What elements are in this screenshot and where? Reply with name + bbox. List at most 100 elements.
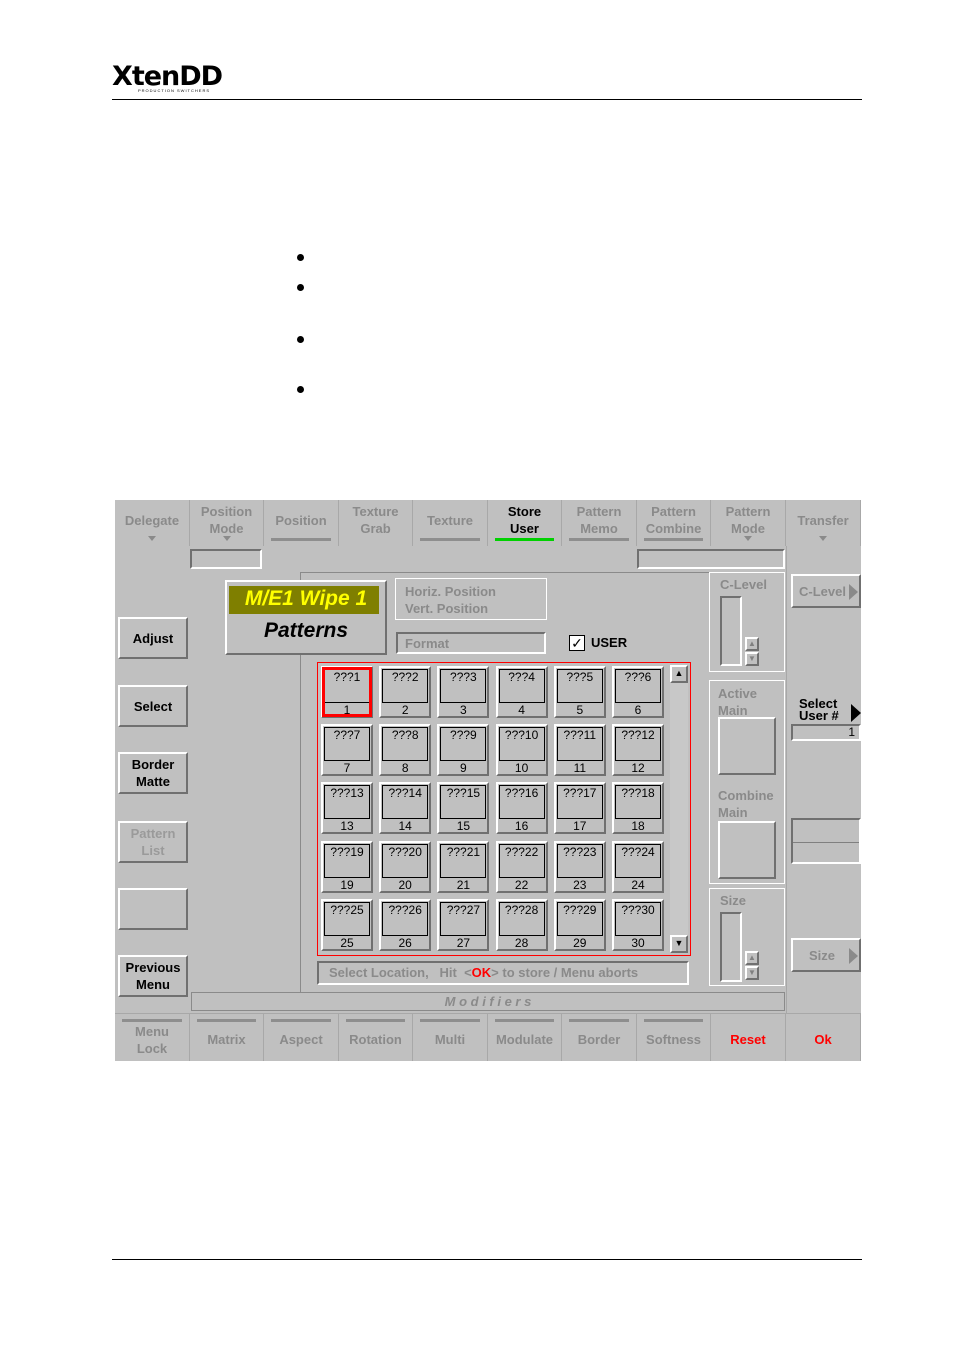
pattern-cell[interactable]: ???1 1 (321, 666, 373, 718)
pattern-cell[interactable]: ???26 26 (379, 898, 432, 951)
clevel-down-button[interactable]: ▼ (745, 652, 759, 666)
button-underline (197, 1019, 256, 1022)
tab-position[interactable]: Position (264, 500, 339, 546)
pattern-cell[interactable]: ???8 8 (379, 724, 432, 777)
menu-lock-button[interactable]: Menu Lock (115, 1014, 190, 1061)
pattern-cell[interactable]: ???18 18 (612, 782, 664, 835)
tab-label: Texture Grab (352, 504, 399, 536)
cell-name: ???22 (498, 843, 545, 878)
pattern-cell[interactable]: ???16 16 (495, 782, 548, 835)
aspect-button[interactable]: Aspect (264, 1014, 339, 1061)
modulate-button[interactable]: Modulate (488, 1014, 562, 1061)
pattern-cell[interactable]: ???19 19 (321, 840, 373, 893)
cell-number: 18 (631, 819, 645, 834)
tab-underline (644, 538, 703, 541)
pattern-cell[interactable]: ???17 17 (553, 782, 606, 835)
pattern-cell[interactable]: ???14 14 (379, 782, 432, 835)
tab-pattern-memo[interactable]: Pattern Memo (562, 500, 637, 546)
modifiers-bar: M o d i f i e r s (191, 992, 785, 1011)
position-info-box: Horiz. Position Vert. Position (395, 578, 547, 620)
pattern-cell[interactable]: ???13 13 (321, 782, 373, 835)
pattern-cell[interactable]: ???7 7 (321, 724, 373, 777)
clevel-button[interactable]: C-Level (791, 574, 861, 608)
size-up-button[interactable]: ▲ (745, 951, 759, 965)
button-label: Ok (814, 1032, 832, 1047)
pattern-cell[interactable]: ???28 28 (495, 898, 548, 951)
tab-transfer[interactable]: Transfer (786, 500, 861, 546)
previous-menu-button[interactable]: Previous Menu (118, 955, 188, 997)
pattern-cell[interactable]: ???4 4 (495, 666, 548, 718)
button-underline (346, 1019, 405, 1022)
tab-store-user[interactable]: Store User (488, 500, 562, 546)
tab-pattern-combine[interactable]: Pattern Combine (637, 500, 711, 546)
cell-number: 7 (343, 761, 351, 776)
title-line1: M/E1 Wipe 1 (244, 587, 368, 610)
pattern-list-button[interactable]: Pattern List (118, 821, 188, 863)
pattern-cell[interactable]: ???5 5 (553, 666, 606, 718)
active-main-button[interactable] (718, 717, 776, 775)
pattern-cell[interactable]: ???24 24 (612, 840, 664, 893)
combine-main-button[interactable] (718, 821, 776, 879)
cell-number: 6 (634, 703, 642, 717)
pattern-cell[interactable]: ???25 25 (321, 898, 373, 951)
border-button[interactable]: Border (562, 1014, 637, 1061)
clevel-up-button[interactable]: ▲ (745, 637, 759, 651)
button-label: Aspect (279, 1032, 323, 1047)
pattern-cell[interactable]: ???2 2 (379, 666, 432, 718)
user-checkbox[interactable]: ✓ (569, 635, 585, 651)
multi-button[interactable]: Multi (413, 1014, 488, 1061)
pattern-cell[interactable]: ???22 22 (495, 840, 548, 893)
blank-button[interactable] (118, 888, 188, 930)
size-button[interactable]: Size (791, 938, 861, 972)
pattern-cell[interactable]: ???20 20 (379, 840, 432, 893)
ok-button[interactable]: Ok (786, 1014, 861, 1061)
triangle-right-icon (849, 948, 858, 964)
tab-texture-grab[interactable]: Texture Grab (339, 500, 413, 546)
pattern-cell[interactable]: ???29 29 (553, 898, 606, 951)
pattern-cell[interactable]: ???9 9 (437, 724, 490, 777)
pattern-cell[interactable]: ???10 10 (495, 724, 548, 777)
pattern-mode-readout (637, 549, 785, 569)
border-matte-button[interactable]: Border Matte (118, 752, 188, 794)
tab-delegate[interactable]: Delegate (115, 500, 190, 546)
cell-number: 27 (456, 935, 471, 950)
matrix-button[interactable]: Matrix (190, 1014, 264, 1061)
scroll-up-button[interactable]: ▲ (670, 665, 688, 683)
clevel-frame: C-Level ▲ ▼ (709, 572, 785, 672)
cell-name: ???4 (498, 669, 545, 703)
adjust-button[interactable]: Adjust (118, 617, 188, 659)
selection-highlight (322, 667, 372, 717)
cell-name: ???9 (440, 727, 487, 762)
pattern-cell[interactable]: ???30 30 (612, 898, 664, 951)
pattern-cell[interactable]: ???11 11 (553, 724, 606, 777)
tab-label: Delegate (124, 512, 180, 528)
tab-pattern-mode[interactable]: Pattern Mode (711, 500, 786, 546)
cell-name: ???5 (556, 669, 603, 703)
reset-button[interactable]: Reset (711, 1014, 786, 1061)
scroll-down-button[interactable]: ▼ (670, 935, 688, 953)
tab-position-mode[interactable]: Position Mode (190, 500, 264, 546)
cell-name: ???13 (324, 785, 370, 820)
pattern-cell[interactable]: ???3 3 (437, 666, 490, 718)
grid-scrollbar[interactable]: ▲ ▼ (670, 665, 688, 953)
pattern-cell[interactable]: ???21 21 (437, 840, 490, 893)
header-rule (112, 99, 862, 100)
select-user-button[interactable]: Select User # 1 (791, 696, 861, 742)
size-down-button[interactable]: ▼ (745, 966, 759, 980)
format-field[interactable]: Format (396, 632, 546, 654)
cell-number: 10 (514, 761, 529, 776)
pattern-cell[interactable]: ???23 23 (553, 840, 606, 893)
pattern-cell[interactable]: ???15 15 (437, 782, 490, 835)
pattern-cell[interactable]: ???12 12 (612, 724, 664, 777)
select-button[interactable]: Select (118, 685, 188, 727)
tab-texture[interactable]: Texture (413, 500, 488, 546)
pattern-cell[interactable]: ???27 27 (437, 898, 490, 951)
footer-rule (112, 1259, 862, 1260)
combine-main-label: Combine Main (718, 788, 774, 820)
cell-name: ???2 (382, 669, 429, 703)
rotation-button[interactable]: Rotation (339, 1014, 413, 1061)
bullet-dot (297, 386, 304, 393)
tab-underline (569, 538, 629, 541)
pattern-cell[interactable]: ???6 6 (612, 666, 664, 718)
softness-button[interactable]: Softness (637, 1014, 711, 1061)
